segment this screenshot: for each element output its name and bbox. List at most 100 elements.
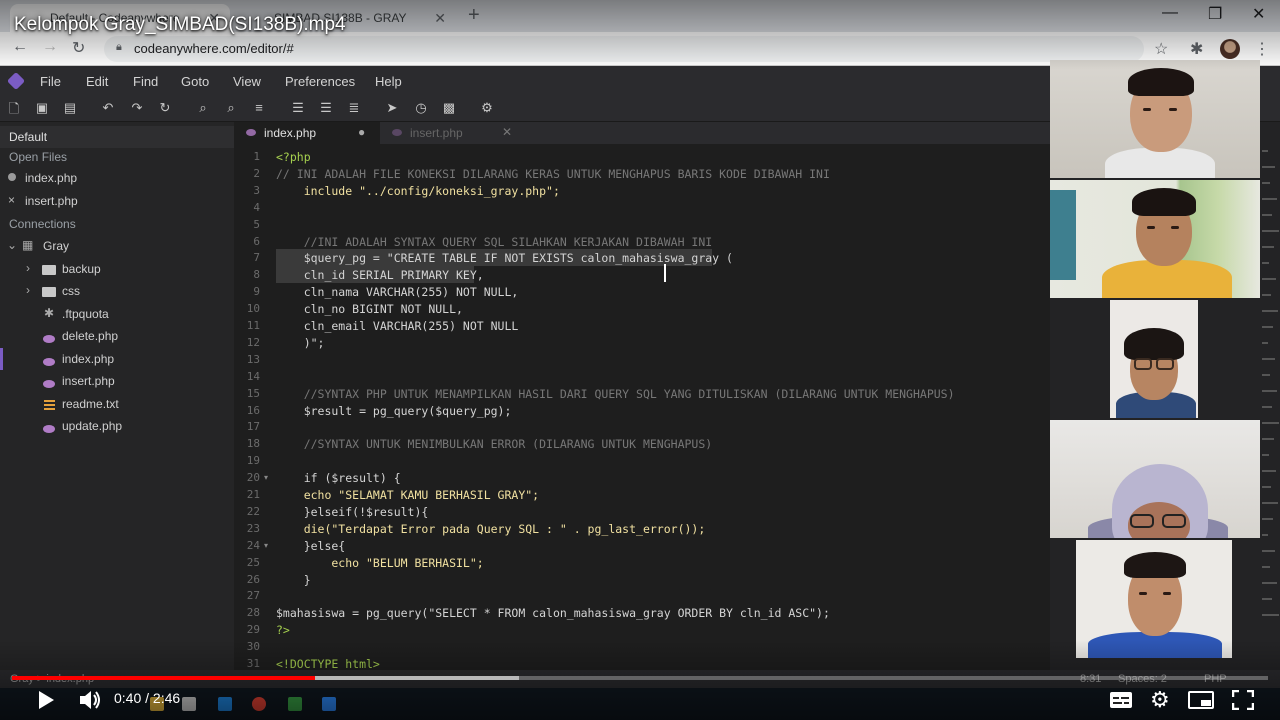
php-file-icon xyxy=(392,129,402,136)
minimap-line xyxy=(1262,614,1279,616)
php-file-icon xyxy=(43,332,55,346)
expand-arrow-icon[interactable]: › xyxy=(26,261,30,275)
code-line: include "../config/koneksi_gray.php"; xyxy=(276,183,560,198)
play-icon[interactable] xyxy=(36,690,56,710)
config-file-icon: ✱ xyxy=(44,306,55,320)
connection-gray[interactable]: ⌄ ▦ Gray xyxy=(0,235,234,257)
connections-label: Connections xyxy=(9,217,76,231)
indent-icon[interactable]: ☰ xyxy=(290,100,306,116)
tree-item-ftpquota[interactable]: ✱ .ftpquota xyxy=(0,303,234,325)
tree-item-delete-php[interactable]: delete.php xyxy=(0,325,234,347)
tree-item-css[interactable]: › css xyxy=(0,280,234,302)
refresh-icon[interactable]: ↻ xyxy=(157,100,173,116)
redo-icon[interactable]: ↷ xyxy=(129,100,145,116)
line-number: 25 xyxy=(246,555,260,569)
open-file-index[interactable]: index.php xyxy=(0,167,234,189)
editor-tab-insert[interactable]: insert.php ✕ xyxy=(380,122,516,144)
volume-icon[interactable] xyxy=(78,689,102,711)
maximize-icon[interactable]: ❐ xyxy=(1208,4,1222,24)
editor-tab-index[interactable]: index.php ● xyxy=(234,122,380,144)
forward-icon[interactable]: → xyxy=(42,38,58,56)
menu-view[interactable]: View xyxy=(233,74,261,89)
line-number: 29 xyxy=(246,623,260,637)
tree-item-insert-php[interactable]: insert.php xyxy=(0,370,234,392)
time-separator: / xyxy=(145,690,150,706)
menu-find[interactable]: Find xyxy=(133,74,158,89)
text-cursor-icon xyxy=(664,264,666,282)
format-icon[interactable]: ≣ xyxy=(346,100,362,116)
chrome-icon[interactable] xyxy=(252,697,266,711)
history-icon[interactable]: ◷ xyxy=(413,100,429,116)
minimap-line xyxy=(1262,422,1279,424)
back-icon[interactable]: ← xyxy=(12,38,28,56)
fold-arrow-icon[interactable]: ▾ xyxy=(264,541,268,550)
outdent-icon[interactable]: ☰ xyxy=(318,100,334,116)
search-icon[interactable]: ⌕ xyxy=(195,100,211,116)
menu-file[interactable]: File xyxy=(40,74,61,89)
store-icon[interactable] xyxy=(182,697,196,711)
codeanywhere-logo xyxy=(6,71,26,91)
zoom-icon[interactable] xyxy=(322,697,336,711)
editor-tab-label: insert.php xyxy=(410,126,463,140)
code-line: } xyxy=(276,572,311,587)
unsaved-dot-icon[interactable]: ● xyxy=(358,125,365,139)
minimap-line xyxy=(1262,166,1275,168)
run-icon[interactable]: ➤ xyxy=(384,100,400,116)
menu-edit[interactable]: Edit xyxy=(86,74,108,89)
open-files-label: Open Files xyxy=(9,150,68,164)
video-progress-bar[interactable] xyxy=(12,676,1268,680)
line-number: 11 xyxy=(246,319,260,332)
miniplayer-icon[interactable] xyxy=(1188,691,1214,709)
collapse-arrow-icon[interactable]: ⌄ xyxy=(7,238,17,252)
reload-icon[interactable]: ↻ xyxy=(72,38,85,58)
list-icon[interactable]: ≡ xyxy=(251,100,267,115)
minimap-line xyxy=(1262,454,1269,456)
close-window-icon[interactable]: ✕ xyxy=(1252,4,1265,24)
tree-item-update-php[interactable]: update.php xyxy=(0,415,234,437)
code-line: //INI ADALAH SYNTAX QUERY SQL SILAHKAN K… xyxy=(276,234,713,249)
search-replace-icon[interactable]: ⌕ xyxy=(223,100,239,116)
code-line: $result = pg_query($query_pg); xyxy=(276,403,512,418)
expand-arrow-icon[interactable]: › xyxy=(26,283,30,297)
close-tab-icon[interactable]: ✕ xyxy=(434,10,446,27)
php-file-icon xyxy=(43,422,55,436)
new-file-icon[interactable]: 🗋︎ xyxy=(6,100,22,122)
code-line: //SYNTAX PHP UNTUK MENAMPILKAN HASIL DAR… xyxy=(276,386,955,401)
fold-arrow-icon[interactable]: ▾ xyxy=(264,473,268,482)
preview-icon[interactable]: ▩ xyxy=(441,100,457,116)
save-icon[interactable]: ▣ xyxy=(34,100,50,116)
lock-icon: 🔒︎ xyxy=(116,41,122,53)
fullscreen-icon[interactable] xyxy=(1232,690,1254,710)
settings-icon[interactable]: ⚙ xyxy=(479,100,495,116)
extensions-icon[interactable]: ✱ xyxy=(1190,39,1203,59)
close-tab-icon[interactable]: ✕ xyxy=(502,125,512,139)
tree-item-index-php[interactable]: index.php xyxy=(0,348,234,370)
minimap-line xyxy=(1262,262,1269,264)
workspace-title[interactable]: Default xyxy=(0,126,234,148)
bookmark-star-icon[interactable]: ☆ xyxy=(1154,39,1168,59)
minimize-icon[interactable]: — xyxy=(1162,4,1178,22)
new-tab-button[interactable]: + xyxy=(468,4,480,27)
url-input[interactable]: 🔒︎ codeanywhere.com/editor/# xyxy=(104,36,1144,62)
tree-item-readme-txt[interactable]: readme.txt xyxy=(0,393,234,415)
open-file-insert[interactable]: × insert.php xyxy=(0,190,234,212)
app-icon[interactable] xyxy=(288,697,302,711)
menu-help[interactable]: Help xyxy=(375,74,402,89)
tree-item-label: update.php xyxy=(62,419,123,433)
chrome-menu-icon[interactable]: ⋮ xyxy=(1254,39,1270,59)
close-file-icon[interactable]: × xyxy=(8,193,15,207)
active-file-indicator xyxy=(0,348,3,370)
subtitles-icon[interactable] xyxy=(1110,692,1132,708)
settings-gear-icon[interactable]: ⚙ xyxy=(1150,687,1170,713)
menu-preferences[interactable]: Preferences xyxy=(285,74,355,89)
tree-item-backup[interactable]: › backup xyxy=(0,258,234,280)
editor-tab-label: index.php xyxy=(264,126,317,140)
undo-icon[interactable]: ↶ xyxy=(100,100,116,116)
save-all-icon[interactable]: ▤ xyxy=(62,100,78,116)
minimap-line xyxy=(1262,150,1268,152)
profile-avatar[interactable] xyxy=(1220,39,1240,59)
folder-icon xyxy=(42,286,56,300)
menu-goto[interactable]: Goto xyxy=(181,74,209,89)
mail-icon[interactable] xyxy=(218,697,232,711)
code-editor[interactable]: 1 2 3 4 5 6 7 8 9 10 11 12 13 14 15 16 17 18 19 20 ▾ 21 22 23 24… xyxy=(234,144,1050,670)
